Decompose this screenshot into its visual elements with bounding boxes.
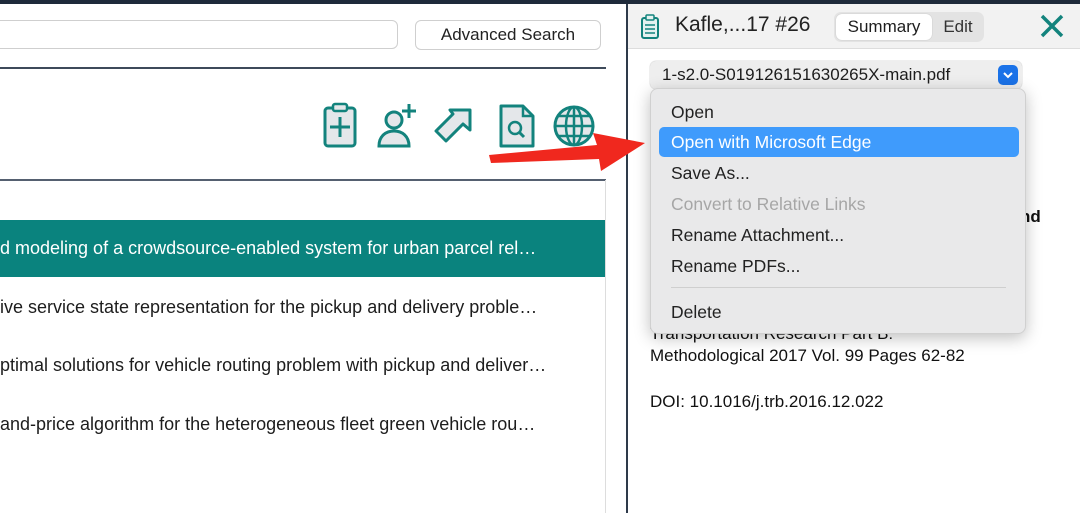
list-item[interactable]: and-price algorithm for the heterogeneou… [0,396,606,453]
divider [0,179,606,181]
divider [0,67,606,69]
reference-list-pane: Advanced Search d modeling of a crowdsou… [0,4,606,513]
doi: DOI: 10.1016/j.trb.2016.12.022 [650,392,884,411]
menu-item-delete[interactable]: Delete [659,297,1019,327]
list-item[interactable]: ptimal solutions for vehicle routing pro… [0,337,606,394]
chevron-down-icon[interactable] [998,65,1018,85]
menu-item-open[interactable]: Open [659,97,1019,127]
advanced-search-button[interactable]: Advanced Search [415,20,601,50]
go-arrow-icon[interactable] [432,102,476,150]
menu-item-open-with-edge[interactable]: Open with Microsoft Edge [659,127,1019,157]
menu-item-rename-attachment[interactable]: Rename Attachment... [659,220,1019,250]
list-item[interactable]: d modeling of a crowdsource-enabled syst… [0,220,606,277]
add-author-icon[interactable] [374,102,418,150]
note-icon [641,14,659,39]
menu-item-convert-relative-links: Convert to Relative Links [671,194,866,214]
menu-item-rename-pdfs[interactable]: Rename PDFs... [659,251,1019,281]
attachment-context-menu: Open Open with Microsoft Edge Save As...… [650,88,1026,334]
attachment-name: 1-s2.0-S019126151630265X-main.pdf [662,65,951,84]
new-note-icon[interactable] [320,102,364,150]
tab-edit[interactable]: Edit [934,14,982,40]
close-icon[interactable] [1038,12,1066,40]
reference-title: Kafle,...17 #26 [675,13,811,36]
attachment-popup-button[interactable]: 1-s2.0-S019126151630265X-main.pdf [650,61,1022,89]
menu-separator [671,287,1006,288]
menu-item-save-as[interactable]: Save As... [659,158,1019,188]
divider [605,180,606,513]
tab-summary[interactable]: Summary [836,14,932,40]
journal-line: Methodological 2017 Vol. 99 Pages 62-82 [650,346,965,365]
annotation-arrow-icon [489,133,645,171]
search-input[interactable] [0,20,398,49]
detail-header: Kafle,...17 #26 Summary Edit [628,4,1080,49]
list-item[interactable]: ive service state representation for the… [0,279,606,336]
view-toggle: Summary Edit [834,12,984,42]
